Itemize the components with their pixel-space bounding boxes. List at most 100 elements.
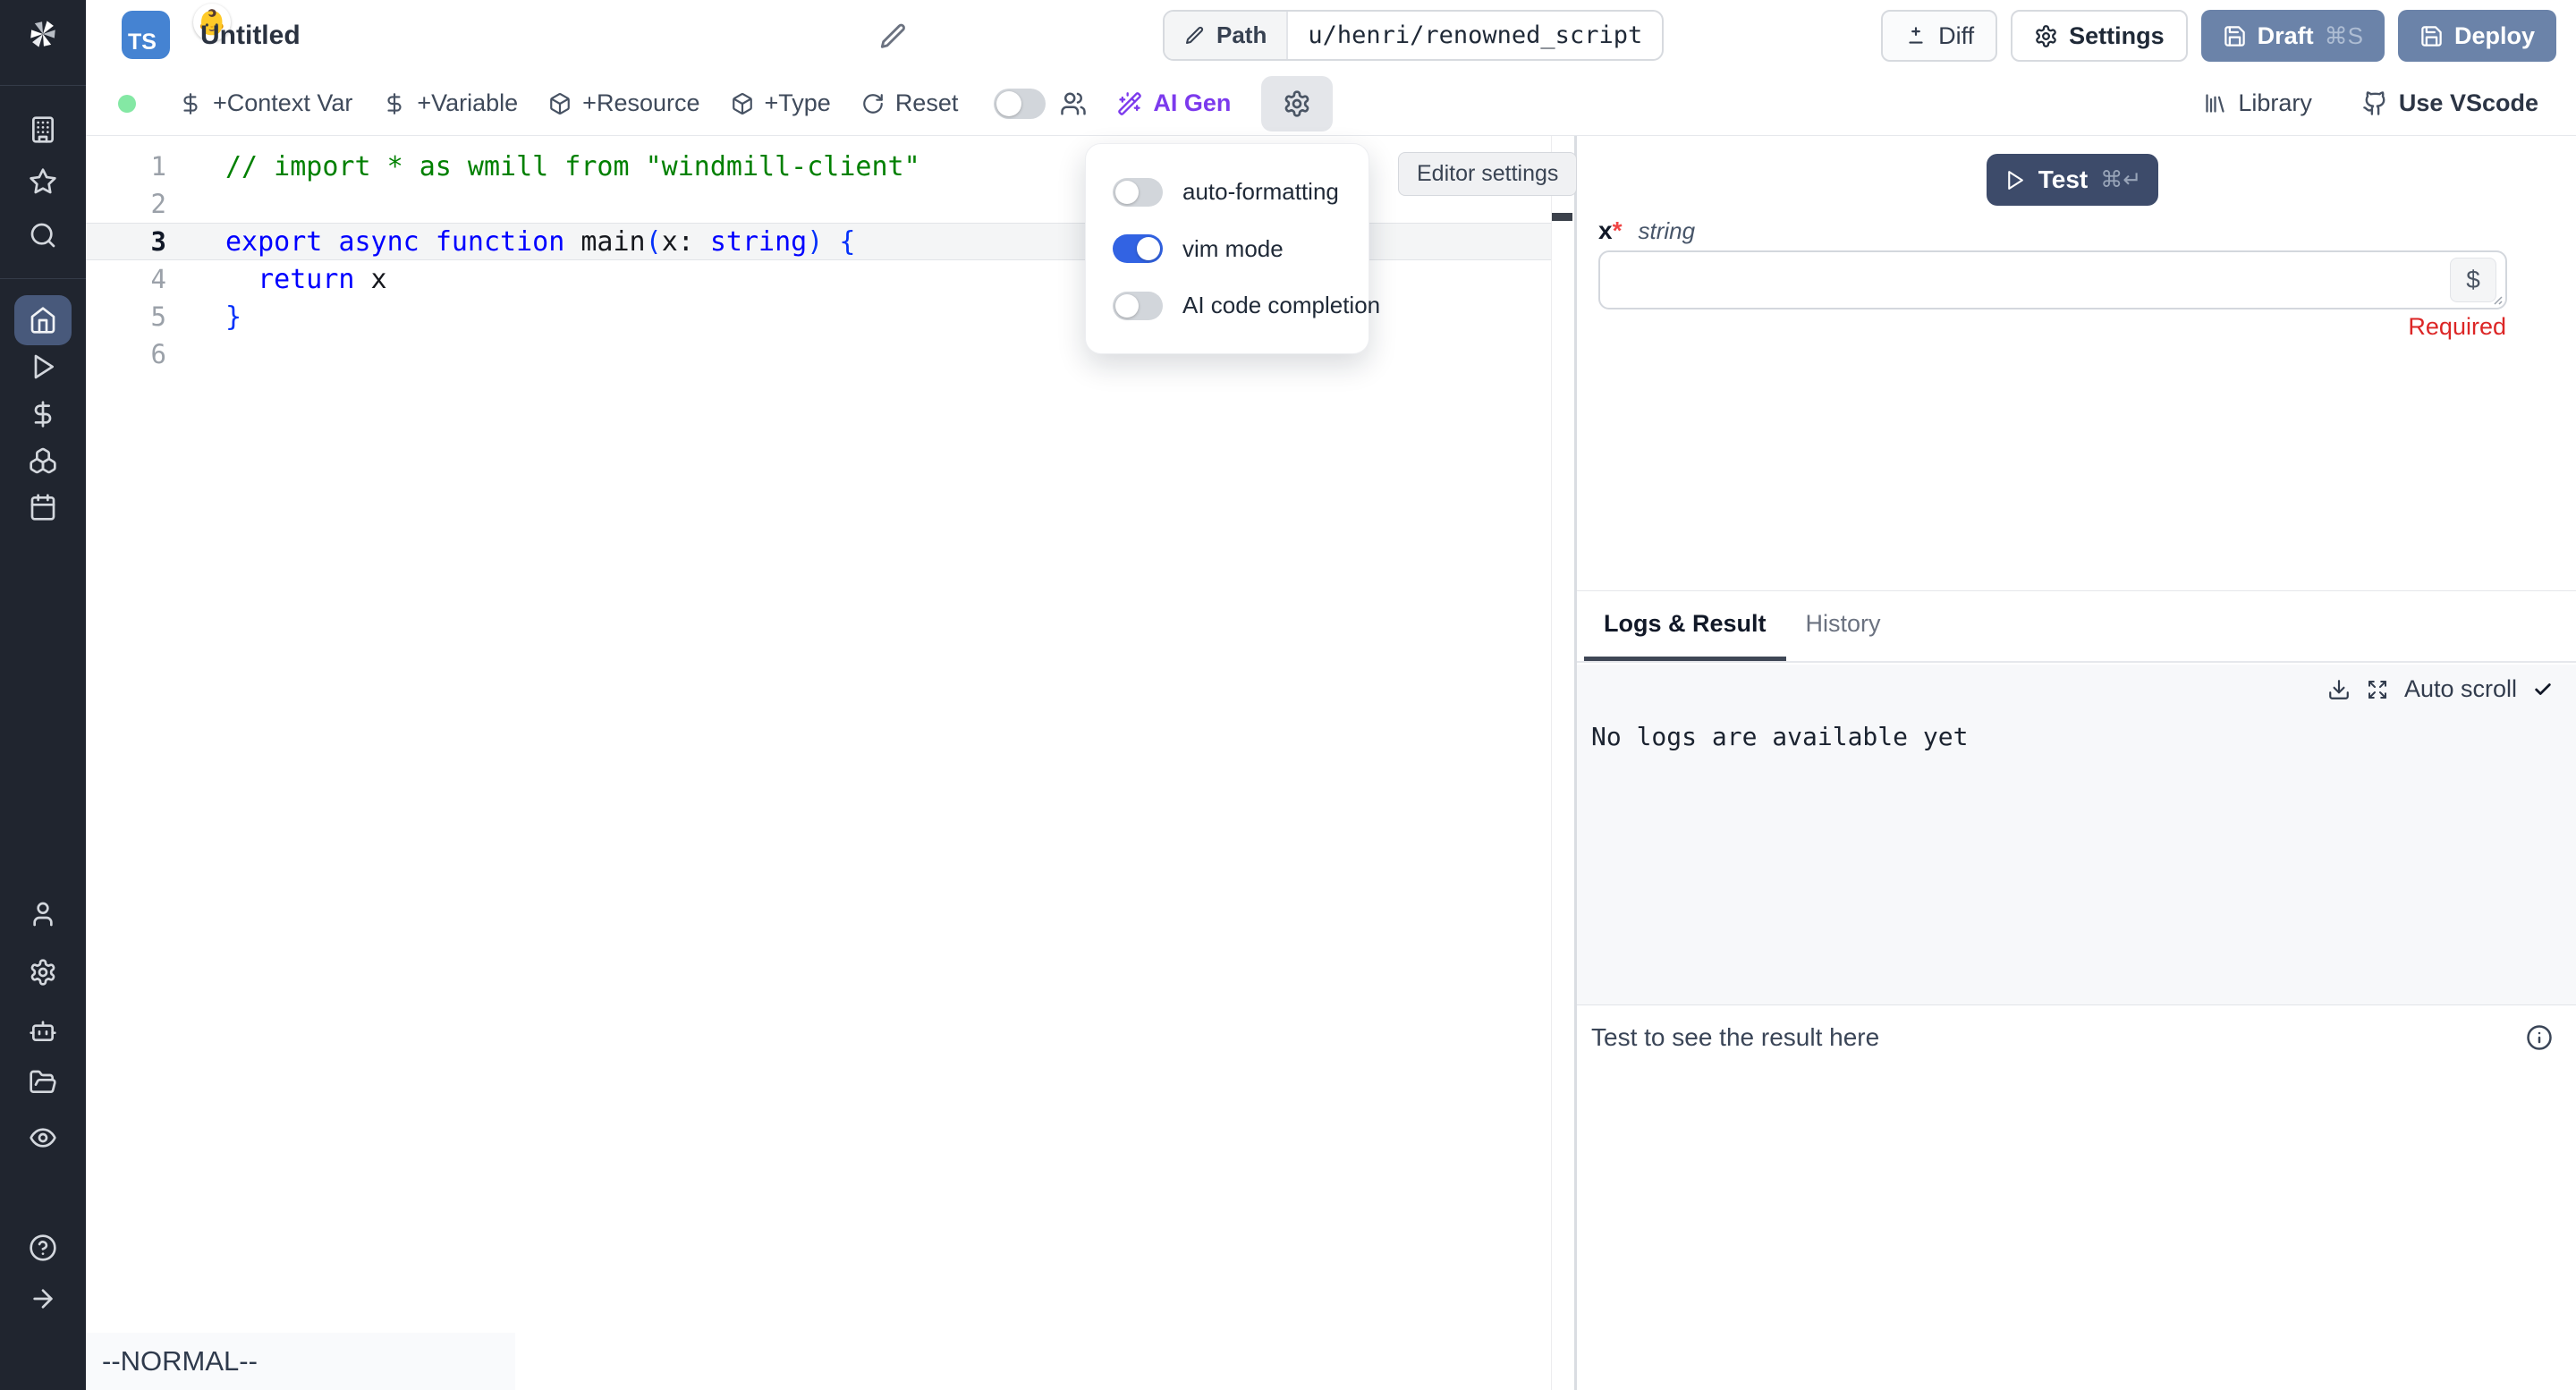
toggle-switch[interactable]: [1113, 292, 1163, 320]
toggle-switch[interactable]: [1113, 234, 1163, 263]
menu-item-auto-formatting[interactable]: auto-formatting: [1086, 178, 1368, 207]
path-value: u/henri/renowned_script: [1288, 12, 1662, 59]
tab-history[interactable]: History: [1786, 591, 1901, 661]
sidebar-item-favorites[interactable]: [0, 162, 86, 201]
play-icon: [29, 352, 57, 381]
users-icon[interactable]: [1060, 90, 1087, 117]
path-field[interactable]: Path u/henri/renowned_script: [1163, 10, 1664, 61]
sidebar-item-settings[interactable]: [0, 953, 86, 992]
menu-item-ai-code-completion[interactable]: AI code completion: [1086, 292, 1368, 320]
home-icon: [29, 306, 57, 335]
toggle-knob: [996, 91, 1021, 116]
autoscroll-check-icon[interactable]: [2533, 680, 2553, 699]
add-resource-label: +Resource: [582, 89, 699, 117]
gear-icon: [2034, 24, 2058, 48]
add-context-var-button[interactable]: +Context Var: [179, 89, 352, 117]
add-type-button[interactable]: +Type: [731, 89, 831, 117]
test-shortcut: ⌘↵: [2100, 166, 2141, 193]
sidebar-item-audit-logs[interactable]: [0, 1118, 86, 1157]
download-logs-icon[interactable]: [2327, 678, 2351, 701]
vim-mode-text: --NORMAL--: [102, 1345, 258, 1377]
required-note: Required: [2408, 313, 2506, 341]
add-context-var-label: +Context Var: [213, 89, 352, 117]
sidebar-item-search[interactable]: [0, 216, 86, 255]
page-title: Untitled: [200, 0, 301, 72]
line-number: 6: [86, 339, 172, 369]
arrow-right-icon: [29, 1284, 57, 1313]
sidebar-divider: [0, 85, 86, 86]
info-icon[interactable]: [2526, 1024, 2553, 1051]
menu-item-label: auto-formatting: [1182, 178, 1339, 206]
sidebar-item-variables[interactable]: [0, 394, 86, 434]
autoscroll-label: Auto scroll: [2404, 675, 2517, 703]
menu-item-vim-mode[interactable]: vim mode: [1086, 234, 1368, 263]
library-button[interactable]: Library: [2203, 89, 2312, 117]
boxes-icon: [29, 446, 57, 475]
user-icon: [29, 900, 57, 928]
settings-button[interactable]: Settings: [2011, 10, 2188, 62]
wand-icon: [1117, 91, 1142, 116]
required-asterisk: *: [1613, 216, 1623, 245]
windmill-logo[interactable]: [0, 14, 86, 54]
sidebar-item-workspace[interactable]: [0, 110, 86, 149]
sidebar-item-account[interactable]: [0, 894, 86, 934]
sidebar-item-home[interactable]: [14, 295, 72, 345]
expand-logs-icon[interactable]: [2367, 679, 2388, 700]
path-label: Path: [1216, 21, 1267, 49]
logs-area: Auto scroll No logs are available yet: [1577, 665, 2576, 1005]
add-variable-button[interactable]: +Variable: [383, 89, 518, 117]
ai-gen-button[interactable]: AI Gen: [1117, 89, 1231, 117]
save-icon: [2223, 24, 2247, 48]
toggle-knob: [1115, 181, 1139, 204]
resize-handle[interactable]: [2489, 292, 2504, 306]
result-placeholder-text: Test to see the result here: [1591, 1023, 1879, 1052]
language-badge-label: TS: [128, 30, 157, 55]
sidebar-item-help[interactable]: [0, 1228, 86, 1267]
reset-button[interactable]: Reset: [861, 89, 959, 117]
overview-ruler: [1551, 136, 1552, 1390]
editor-settings-button[interactable]: [1261, 76, 1333, 131]
building-icon: [29, 115, 57, 144]
toggle-knob: [1137, 237, 1160, 260]
code-text: // import * as wmill from "windmill-clie…: [172, 151, 920, 182]
ai-gen-label: AI Gen: [1153, 89, 1231, 117]
toggle-knob: [1115, 294, 1139, 318]
draft-button[interactable]: Draft ⌘S: [2201, 10, 2385, 62]
language-badge[interactable]: TS 👶: [122, 11, 170, 59]
help-circle-icon: [29, 1233, 57, 1262]
sidebar-expand-button[interactable]: [0, 1279, 86, 1318]
gear-icon: [1283, 89, 1311, 118]
arg-name: x: [1598, 216, 1613, 245]
test-button[interactable]: Test ⌘↵: [1987, 154, 2158, 206]
line-number: 1: [86, 151, 172, 182]
vim-status-bar: --NORMAL--: [86, 1333, 515, 1390]
add-type-label: +Type: [765, 89, 831, 117]
rotate-icon: [861, 92, 885, 115]
sidebar-item-resources[interactable]: [0, 441, 86, 480]
line-number: 2: [86, 189, 172, 219]
arg-input[interactable]: $: [1598, 250, 2507, 309]
toggle-switch[interactable]: [1113, 178, 1163, 207]
logs-tabs: Logs & ResultHistory: [1577, 591, 2576, 663]
add-resource-button[interactable]: +Resource: [548, 89, 699, 117]
sidebar-item-schedules[interactable]: [0, 487, 86, 527]
diff-button[interactable]: Diff: [1881, 10, 1997, 62]
collab-toggle[interactable]: [994, 89, 1046, 119]
sidebar: [0, 0, 86, 1390]
edit-summary-pencil-icon[interactable]: [878, 21, 909, 52]
sidebar-item-workers[interactable]: [0, 1011, 86, 1050]
github-icon: [2362, 90, 2388, 116]
deploy-button[interactable]: Deploy: [2398, 10, 2556, 62]
tab-logs-result[interactable]: Logs & Result: [1584, 591, 1786, 661]
arg-type: string: [1638, 217, 1695, 245]
menu-item-label: vim mode: [1182, 235, 1284, 263]
sidebar-item-folders[interactable]: [0, 1063, 86, 1102]
add-variable-label: +Variable: [417, 89, 518, 117]
package-icon: [731, 92, 754, 115]
pencil-icon: [1184, 25, 1206, 47]
windmill-logo-icon: [23, 14, 63, 54]
sidebar-item-runs[interactable]: [0, 347, 86, 386]
use-vscode-button[interactable]: Use VScode: [2362, 89, 2538, 117]
deploy-button-label: Deploy: [2454, 22, 2535, 50]
line-number: 3: [86, 226, 172, 257]
